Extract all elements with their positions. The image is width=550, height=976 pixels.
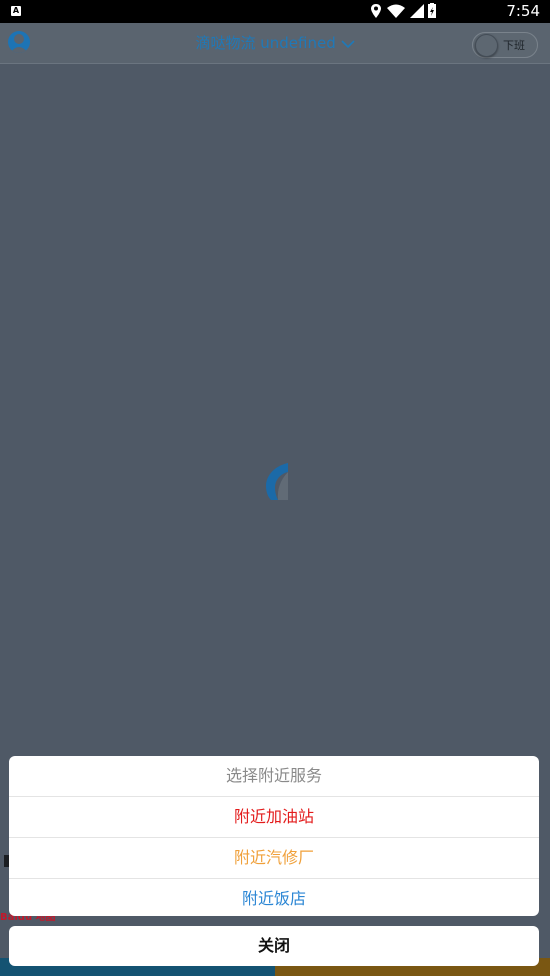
- toggle-knob: [475, 34, 498, 57]
- option-nearby-gas-station[interactable]: 附近加油站: [9, 797, 539, 838]
- chevron-down-icon: [340, 39, 355, 48]
- option-nearby-auto-repair[interactable]: 附近汽修厂: [9, 838, 539, 879]
- close-button[interactable]: 关闭: [9, 926, 539, 966]
- option-nearby-restaurant[interactable]: 附近饭店: [9, 879, 539, 916]
- status-bar: A 7:54: [0, 0, 550, 23]
- status-icons: [371, 3, 436, 18]
- wifi-icon: [387, 4, 405, 18]
- action-sheet: 选择附近服务 附近加油站 附近汽修厂 附近饭店: [9, 756, 539, 916]
- duty-toggle-label: 下班: [503, 39, 525, 52]
- loading-spinner-icon: [266, 463, 288, 500]
- battery-icon: [428, 3, 436, 18]
- app-title: 滴哒物流 undefined: [195, 34, 336, 52]
- app-bar: 滴哒物流 undefined 下班: [0, 23, 550, 64]
- location-icon: [371, 4, 381, 18]
- app-title-dropdown[interactable]: 滴哒物流 undefined: [0, 32, 550, 53]
- duty-toggle[interactable]: 下班: [472, 32, 538, 58]
- notification-app-icon: A: [11, 6, 21, 16]
- action-sheet-title: 选择附近服务: [9, 756, 539, 797]
- status-time: 7:54: [506, 2, 540, 20]
- signal-icon: [410, 4, 424, 18]
